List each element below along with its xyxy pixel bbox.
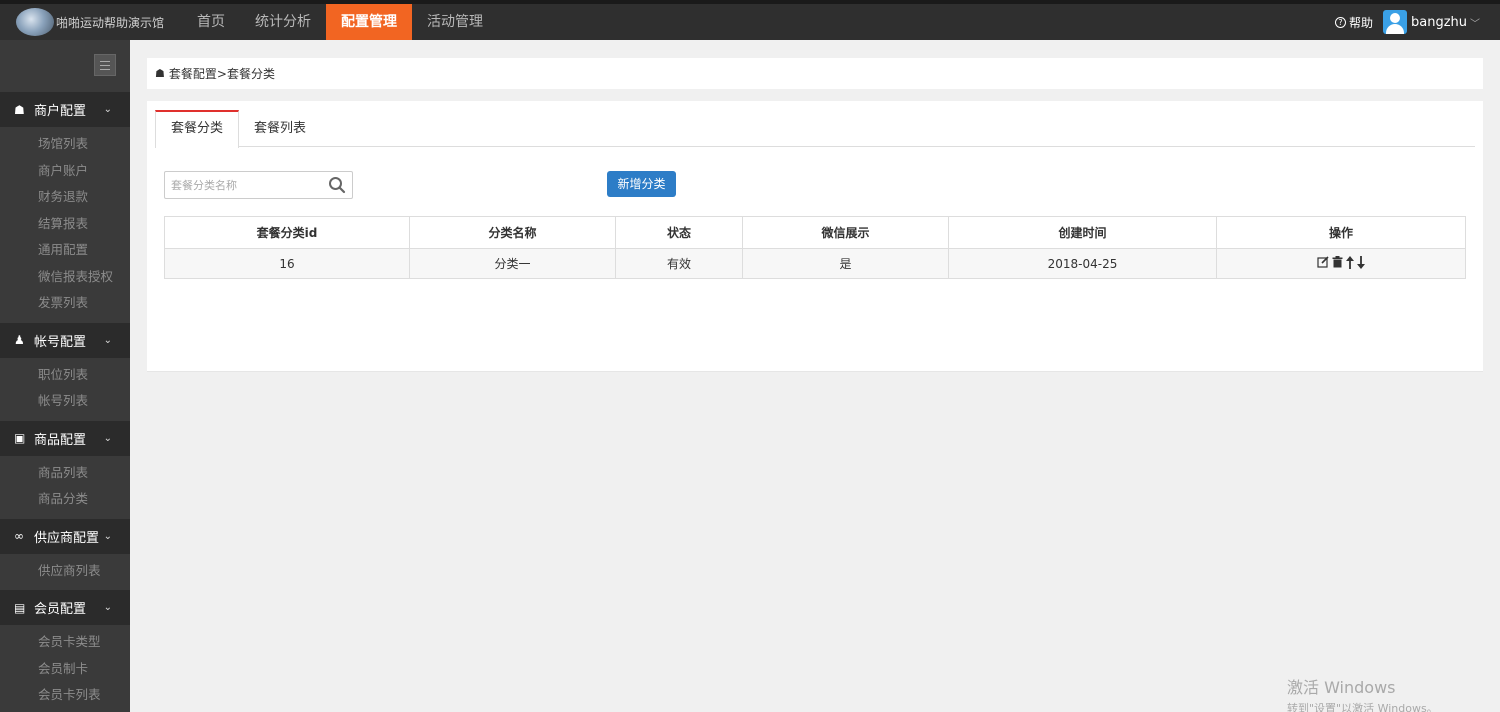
sidebar-section-items: 场馆列表 商户账户 财务退款 结算报表 通用配置 微信报表授权 发票列表 [0,127,130,323]
tab-package-list[interactable]: 套餐列表 [239,110,321,147]
nav-home[interactable]: 首页 [182,4,240,40]
user-area: ? 帮助 bangzhu ﹀ [1334,4,1480,40]
menu-toggle-icon[interactable] [94,54,116,76]
brand[interactable]: 啪啪运动帮助演示馆 [16,6,164,38]
sidebar-section-account[interactable]: ♟ 帐号配置 ⌄ [0,322,130,358]
tab-package-category[interactable]: 套餐分类 [155,110,240,148]
table-row: 16 分类一 有效 是 2018-04-25 [164,248,1466,279]
breadcrumb: ☗ 套餐配置 > 套餐分类 [147,58,1483,89]
chevron-down-icon: ⌄ [103,602,112,613]
sidebar-section-product[interactable]: ▣ 商品配置 ⌄ [0,420,130,456]
section-title: 商品配置 [34,432,87,448]
breadcrumb-parent[interactable]: 套餐配置 [169,65,217,82]
delete-icon[interactable] [1332,256,1343,268]
gift-icon: ▣ [14,431,26,445]
watermark-title: 激活 Windows [1287,678,1396,697]
add-category-button[interactable]: 新增分类 [607,171,676,197]
nav-statistics[interactable]: 统计分析 [240,4,326,40]
row-actions [1317,255,1365,269]
main-nav: 首页 统计分析 配置管理 活动管理 [182,4,498,40]
search-input[interactable] [165,173,325,197]
home-icon[interactable]: ☗ [155,67,165,80]
home-icon: ☗ [14,102,25,117]
sidebar-section-items: 职位列表 帐号列表 [0,358,130,421]
sidebar-item-member-card-type[interactable]: 会员卡类型 [0,629,130,656]
sidebar-section-items: 会员卡类型 会员制卡 会员卡列表 [0,625,130,712]
section-title: 帐号配置 [34,334,87,350]
section-title: 供应商配置 [34,530,100,546]
user-icon: ♟ [14,333,25,347]
sidebar-item-general-config[interactable]: 通用配置 [0,237,130,264]
col-header-name: 分类名称 [409,216,616,249]
sidebar-section-items: 商品列表 商品分类 [0,456,130,519]
category-table: 套餐分类id 分类名称 状态 微信展示 创建时间 操作 16 分类一 有效 是 … [164,216,1466,279]
sidebar-section-merchant[interactable]: ☗ 商户配置 ⌄ [0,92,130,127]
nav-config-management[interactable]: 配置管理 [326,4,412,40]
sidebar-item-merchant-account[interactable]: 商户账户 [0,158,130,185]
sidebar-item-member-card-issue[interactable]: 会员制卡 [0,656,130,683]
section-title: 会员配置 [34,602,87,617]
windows-activation-watermark: 激活 Windows 转到"设置"以激活 Windows。 [1287,674,1438,712]
cell-name: 分类一 [409,248,616,279]
watermark-subtitle: 转到"设置"以激活 Windows。 [1287,702,1438,712]
cell-id: 16 [164,248,410,279]
avatar[interactable] [1382,10,1407,34]
sidebar-item-refund[interactable]: 财务退款 [0,184,130,211]
sidebar-item-wechat-report-auth[interactable]: 微信报表授权 [0,264,130,291]
cell-created: 2018-04-25 [948,248,1217,279]
arrow-down-icon[interactable] [1357,255,1365,269]
content-panel: 套餐分类 套餐列表 新增分类 套餐分类id 分类名称 状态 微信展示 创建时间 … [147,101,1483,372]
col-header-id: 套餐分类id [164,216,410,249]
chevron-down-icon[interactable]: ﹀ [1470,15,1480,30]
username[interactable]: bangzhu [1411,15,1467,30]
sidebar-item-position-list[interactable]: 职位列表 [0,362,130,389]
chevron-down-icon: ⌄ [103,334,112,346]
edit-icon[interactable] [1317,256,1329,268]
section-title: 商户配置 [34,104,87,119]
sidebar-item-member-card-list[interactable]: 会员卡列表 [0,682,130,709]
sidebar-item-product-list[interactable]: 商品列表 [0,460,130,487]
category-table-wrapper: 套餐分类id 分类名称 状态 微信展示 创建时间 操作 16 分类一 有效 是 … [164,216,1466,279]
breadcrumb-current: 套餐分类 [226,67,275,81]
brand-logo [16,8,54,36]
cell-status: 有效 [615,248,743,279]
link-icon: ∞ [14,529,24,543]
arrow-up-icon[interactable] [1346,255,1354,269]
cell-wechat: 是 [742,248,949,279]
col-header-created: 创建时间 [948,216,1217,249]
brand-name: 啪啪运动帮助演示馆 [56,15,165,30]
id-card-icon: ▤ [14,600,26,615]
sidebar-item-account-list[interactable]: 帐号列表 [0,388,130,415]
sidebar-toggle-area [0,40,130,92]
tab-bar: 套餐分类 套餐列表 [155,110,1475,148]
sidebar-section-supplier[interactable]: ∞ 供应商配置 ⌄ [0,518,130,554]
search-box [164,171,353,199]
sidebar-section-items: 供应商列表 [0,554,130,591]
breadcrumb-separator: > [216,66,227,81]
cell-actions [1216,248,1466,279]
sidebar-item-supplier-list[interactable]: 供应商列表 [0,558,130,585]
chevron-down-icon: ⌄ [103,104,112,115]
sidebar-section-member[interactable]: ▤ 会员配置 ⌄ [0,590,130,625]
sidebar: ☗ 商户配置 ⌄ 场馆列表 商户账户 财务退款 结算报表 通用配置 微信报表授权… [0,40,130,712]
help-icon: ? [1334,16,1346,28]
chevron-down-icon: ⌄ [103,432,112,444]
sidebar-item-invoice-list[interactable]: 发票列表 [0,290,130,317]
chevron-down-icon: ⌄ [103,530,112,542]
search-icon[interactable] [328,176,346,194]
sidebar-item-settlement-report[interactable]: 结算报表 [0,211,130,238]
table-header-row: 套餐分类id 分类名称 状态 微信展示 创建时间 操作 [164,216,1466,249]
help-link[interactable]: ? 帮助 [1334,14,1373,31]
sidebar-item-venue-list[interactable]: 场馆列表 [0,131,130,158]
nav-activity-management[interactable]: 活动管理 [412,4,498,40]
help-label: 帮助 [1348,15,1373,30]
col-header-wechat: 微信展示 [742,216,949,249]
sidebar-item-product-category[interactable]: 商品分类 [0,486,130,513]
col-header-actions: 操作 [1216,216,1466,249]
col-header-status: 状态 [615,216,743,249]
top-navbar: 啪啪运动帮助演示馆 首页 统计分析 配置管理 活动管理 ? 帮助 bangzhu… [0,0,1500,40]
